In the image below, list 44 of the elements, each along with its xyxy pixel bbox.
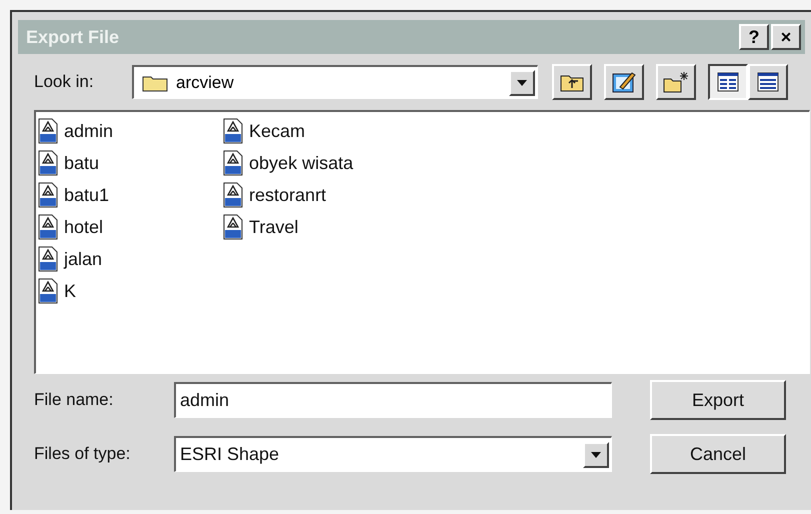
details-view-icon <box>757 72 779 92</box>
shapefile-icon <box>38 150 58 176</box>
file-item[interactable]: Kecam <box>223 118 354 144</box>
shapefile-icon <box>38 278 58 304</box>
look-in-label: Look in: <box>34 71 95 94</box>
file-item[interactable]: batu1 <box>38 182 114 208</box>
file-name-field[interactable]: admin <box>174 382 612 418</box>
new-folder-icon <box>663 71 689 93</box>
file-type-dropdown[interactable]: ESRI Shape <box>174 436 612 472</box>
caret-icon <box>517 80 527 86</box>
file-item[interactable]: batu <box>38 150 114 176</box>
pencil-drawing-icon <box>612 71 636 93</box>
file-item[interactable]: restoranrt <box>223 182 354 208</box>
look-in-dropdown[interactable]: arcview <box>132 65 538 99</box>
file-item[interactable]: K <box>38 278 114 304</box>
folder-icon <box>142 74 168 92</box>
caret-icon <box>591 452 601 458</box>
help-button[interactable]: ? <box>739 24 769 50</box>
shapefile-icon <box>38 214 58 240</box>
shapefile-icon <box>38 118 58 144</box>
export-button[interactable]: Export <box>650 380 786 420</box>
file-type-value: ESRI Shape <box>180 443 280 466</box>
file-name-value: admin <box>180 389 230 412</box>
file-item[interactable]: jalan <box>38 246 114 272</box>
window-title: Export File <box>26 26 120 49</box>
file-item[interactable]: hotel <box>38 214 114 240</box>
shapefile-icon <box>223 214 244 240</box>
file-item[interactable]: admin <box>38 118 114 144</box>
file-item[interactable]: Travel <box>223 214 354 240</box>
close-button[interactable]: × <box>771 24 801 50</box>
shapefile-icon <box>223 150 244 176</box>
file-type-label: Files of type: <box>34 443 132 466</box>
file-item[interactable]: obyek wisata <box>223 150 354 176</box>
dropdown-button[interactable] <box>509 70 535 96</box>
toolbar-button[interactable] <box>708 64 748 100</box>
shapefile-icon <box>38 246 58 272</box>
list-view-icon <box>717 72 739 92</box>
shapefile-icon <box>223 182 244 208</box>
file-name-label: File name: <box>34 389 114 412</box>
look-in-value: arcview <box>176 72 235 94</box>
dropdown-button[interactable] <box>583 442 609 468</box>
shapefile-icon <box>38 182 58 208</box>
shapefile-icon <box>223 118 244 144</box>
cancel-button[interactable]: Cancel <box>650 434 786 474</box>
